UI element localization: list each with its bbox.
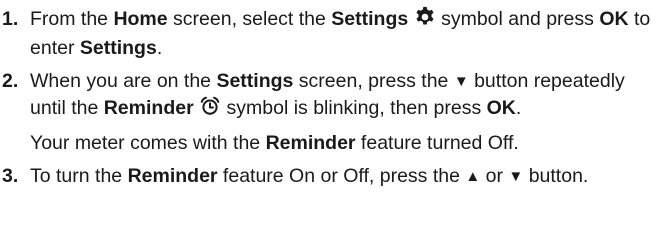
ok-keyword: OK [486, 97, 516, 119]
settings-keyword: Settings [79, 37, 157, 59]
reminder-keyword: Reminder [103, 97, 194, 119]
step-text: From the [30, 8, 114, 30]
reminder-keyword: Reminder [127, 165, 218, 187]
instruction-list: 1. From the Home screen, select the Sett… [0, 6, 659, 190]
ok-keyword: OK [599, 8, 629, 30]
down-arrow-icon: ▼ [453, 73, 469, 90]
down-arrow-icon: ▼ [508, 168, 524, 185]
step-2-note: Your meter comes with the Reminder featu… [30, 132, 519, 154]
step-number: 2. [2, 70, 19, 92]
home-keyword: Home [113, 8, 168, 30]
reminder-keyword: Reminder [265, 132, 356, 154]
settings-keyword: Settings [216, 70, 294, 92]
step-text: To turn the [30, 165, 128, 187]
alarm-clock-icon [199, 95, 221, 124]
step-number: 1. [2, 8, 19, 30]
settings-keyword: Settings [331, 8, 409, 30]
step-3: 3. To turn the Reminder feature On or Of… [0, 163, 659, 190]
gear-icon [414, 6, 436, 35]
step-number: 3. [2, 165, 19, 187]
step-text: When you are on the [30, 70, 217, 92]
step-1: 1. From the Home screen, select the Sett… [2, 6, 651, 59]
step-2: 2. When you are on the Settings screen, … [0, 68, 659, 124]
up-arrow-icon: ▲ [465, 168, 481, 185]
